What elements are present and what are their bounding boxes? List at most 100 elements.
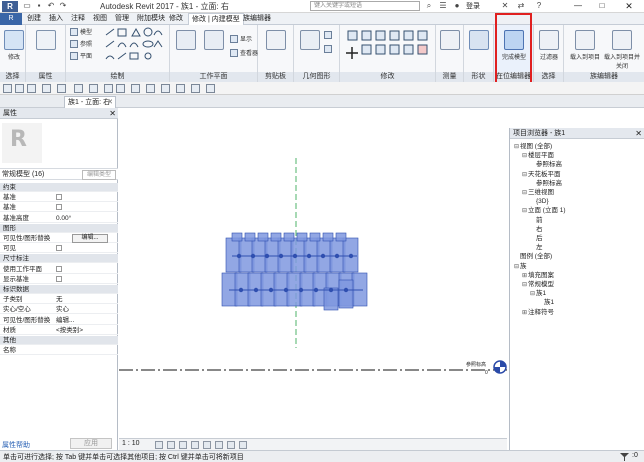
tab-addins[interactable]: 附加模块	[134, 13, 168, 25]
view-3d-icon[interactable]	[131, 84, 140, 93]
grip-point[interactable]	[278, 253, 284, 259]
open-icon[interactable]: ▭	[22, 1, 32, 11]
property-category[interactable]: 标识数据	[0, 285, 118, 294]
maximize-button[interactable]: □	[590, 0, 614, 12]
ref-plane-button[interactable]	[200, 28, 228, 68]
tab-modify-inplace[interactable]: 修改 | 内建模型	[188, 13, 244, 25]
property-edit-button[interactable]: 编辑...	[72, 234, 108, 243]
tree-node[interactable]: 图例 (全部)	[514, 252, 552, 261]
property-category[interactable]: 图形	[0, 223, 118, 233]
property-row[interactable]: 子类别 无	[0, 295, 118, 305]
property-row[interactable]: 材质 <按类别>	[0, 326, 118, 335]
property-checkbox[interactable]	[56, 245, 62, 252]
dimension-icon[interactable]	[104, 84, 113, 93]
property-value[interactable]: 编辑...	[56, 316, 74, 325]
subscription-icon[interactable]: ☰	[438, 1, 448, 11]
visual-style-icon[interactable]	[167, 441, 175, 449]
save-icon[interactable]: ▪	[34, 1, 44, 11]
properties-close-icon[interactable]: ✕	[109, 108, 116, 119]
draw-plane-item[interactable]: 平面	[70, 52, 92, 62]
view-tab-right-elevation[interactable]: 族1 - 立面: 右 ✕	[64, 96, 116, 108]
tree-node[interactable]: 前	[530, 216, 543, 225]
grip-point[interactable]	[253, 287, 259, 293]
thin-lines-icon[interactable]	[161, 84, 170, 93]
tree-node[interactable]: 参照标高	[530, 179, 562, 188]
show-crop-icon[interactable]	[215, 441, 223, 449]
print-icon[interactable]	[74, 84, 83, 93]
level-head-icon[interactable]	[493, 360, 507, 374]
tab-modify[interactable]: 修改	[166, 13, 186, 25]
apply-button[interactable]: 应用	[70, 438, 112, 449]
model-block-offset[interactable]	[338, 279, 354, 309]
open-file-icon[interactable]	[15, 84, 24, 93]
property-row[interactable]: 可见	[0, 244, 118, 254]
tab-insert[interactable]: 插入	[46, 13, 66, 25]
property-category[interactable]: 尺寸标注	[0, 254, 118, 264]
tab-create[interactable]: 创建	[24, 13, 44, 25]
tab-annotate[interactable]: 注释	[68, 13, 88, 25]
tree-node[interactable]: ⊟立面 (立面 1)	[522, 206, 566, 216]
measure-qat-icon[interactable]	[89, 84, 98, 93]
grip-point[interactable]	[334, 253, 340, 259]
model-block-cap[interactable]	[244, 232, 256, 242]
draw-reference-item[interactable]: 参照	[70, 40, 92, 50]
model-block-cap[interactable]	[283, 232, 295, 242]
close-button[interactable]: ✕	[614, 0, 644, 12]
property-row[interactable]: 使用工作平面	[0, 265, 118, 274]
undo-tool-icon[interactable]	[42, 84, 51, 93]
tree-node[interactable]: ⊞注释符号	[522, 308, 554, 318]
view-scale[interactable]: 1 : 10	[122, 440, 140, 447]
model-block-cap[interactable]	[322, 232, 334, 242]
type-selector[interactable]: 常规模型 (16) 编辑类型	[0, 168, 118, 180]
property-row[interactable]: 实心/空心 实心	[0, 305, 118, 315]
property-row[interactable]: 名称	[0, 346, 118, 356]
form-button[interactable]	[465, 28, 493, 68]
grip-point[interactable]	[292, 253, 298, 259]
customize-qat-icon[interactable]	[206, 84, 215, 93]
search-input[interactable]: 键入关键字或短语	[310, 1, 420, 11]
grip-point[interactable]	[306, 253, 312, 259]
text-icon[interactable]	[116, 84, 125, 93]
redo-icon[interactable]: ↷	[58, 1, 68, 11]
measure-button[interactable]	[436, 28, 464, 68]
property-row[interactable]: 基准	[0, 193, 118, 203]
set-workplane-button[interactable]	[172, 28, 200, 68]
property-checkbox[interactable]	[56, 204, 62, 211]
sign-in-label[interactable]: 登录	[466, 1, 480, 11]
tree-node[interactable]: 左	[530, 243, 543, 252]
model-block-cap[interactable]	[296, 232, 308, 242]
grip-point[interactable]	[236, 253, 242, 259]
home-icon[interactable]	[3, 84, 12, 93]
grip-point[interactable]	[343, 287, 349, 293]
undo-icon[interactable]: ↶	[46, 1, 56, 11]
model-elements-group[interactable]	[221, 232, 368, 311]
property-value[interactable]: 无	[56, 295, 63, 304]
section-icon[interactable]	[146, 84, 155, 93]
property-checkbox[interactable]	[56, 265, 62, 272]
minimize-button[interactable]: —	[566, 0, 590, 12]
grip-point[interactable]	[328, 287, 334, 293]
tab-family-editor[interactable]: 族编辑器	[240, 13, 274, 25]
modify-tools-grid[interactable]	[346, 29, 432, 67]
draw-tools-grid[interactable]	[104, 27, 164, 63]
paste-button[interactable]	[262, 28, 290, 68]
property-value[interactable]: 0.00°	[56, 214, 71, 223]
crop-view-icon[interactable]	[203, 441, 211, 449]
property-checkbox[interactable]	[56, 275, 62, 282]
model-block-cap[interactable]	[257, 232, 269, 242]
property-value[interactable]: 实心	[56, 305, 69, 314]
model-block-cap[interactable]	[231, 232, 243, 242]
properties-help-link[interactable]: 属性帮助	[2, 440, 30, 450]
tree-node[interactable]: 参照标高	[530, 160, 562, 169]
cart-icon[interactable]: ✕	[500, 1, 510, 11]
property-category[interactable]: 其他	[0, 336, 118, 345]
property-row[interactable]: 基准高度 0.00°	[0, 214, 118, 223]
redo-tool-icon[interactable]	[57, 84, 66, 93]
user-icon[interactable]: ●	[452, 1, 462, 11]
viewer-item[interactable]: 查看器	[230, 49, 258, 59]
model-block-cap[interactable]	[335, 232, 347, 242]
edit-type-button[interactable]: 编辑类型	[82, 170, 116, 180]
cut-button[interactable]	[296, 28, 324, 68]
unjoin-item[interactable]	[324, 45, 334, 55]
save-file-icon[interactable]	[27, 84, 36, 93]
